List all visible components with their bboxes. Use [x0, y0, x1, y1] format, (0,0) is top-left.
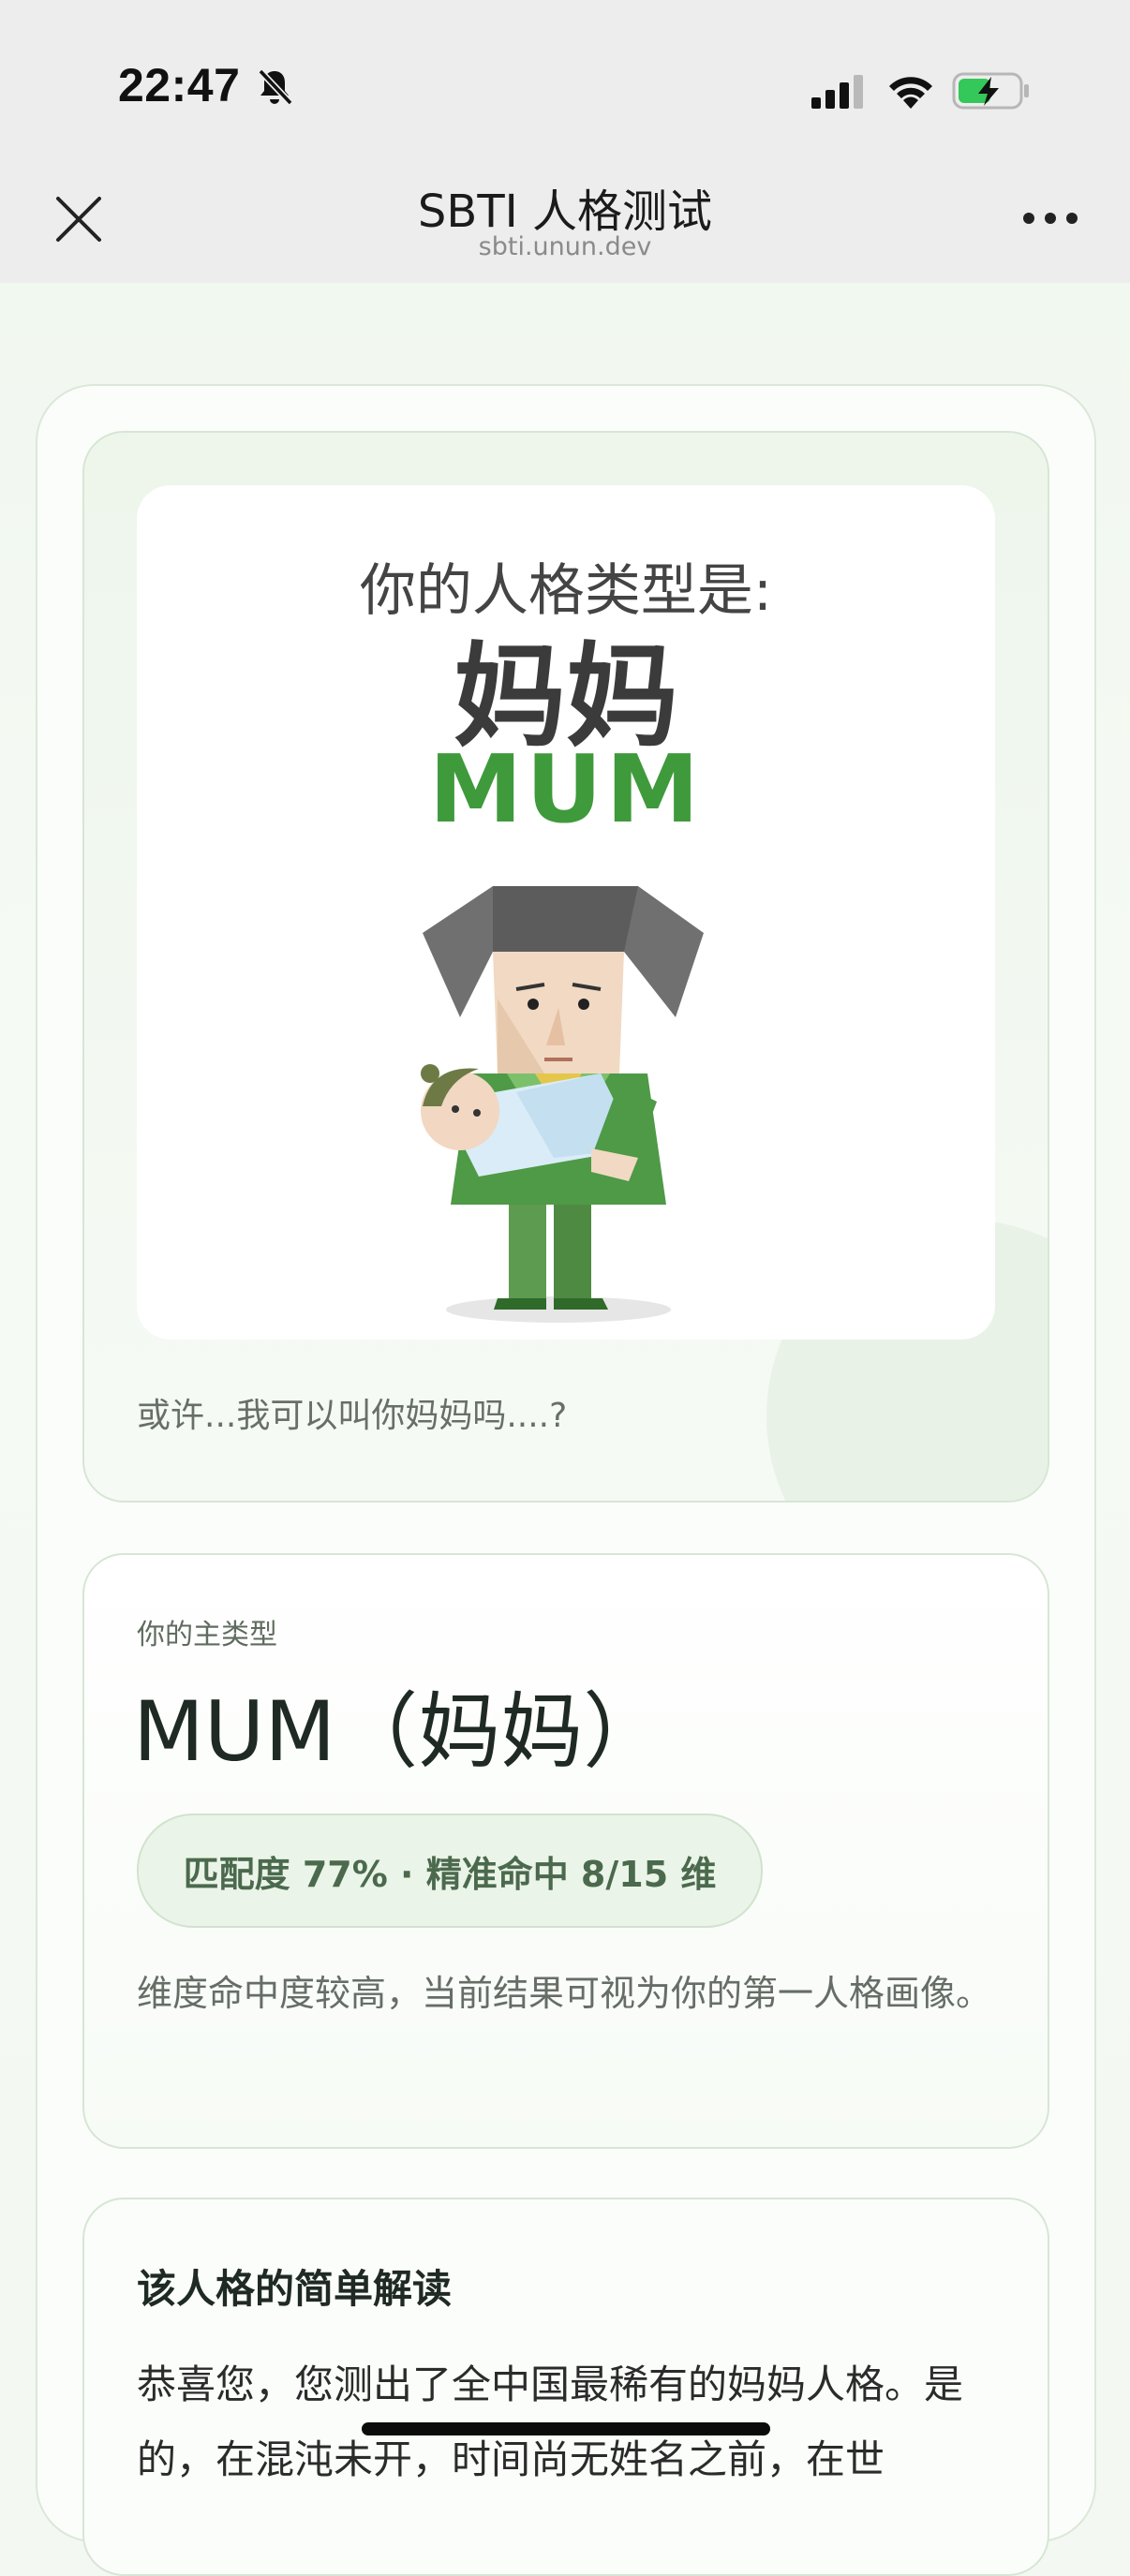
mum-character-illustration: [421, 886, 704, 1323]
top-bar: 22:47 SBTI 人格测试 sbti.unun.dev: [0, 0, 1130, 283]
battery-charging-icon: [952, 72, 1029, 110]
page-title: SBTI 人格测试: [417, 185, 713, 238]
main-type-description: 维度命中度较高，当前结果可视为你的第一人格画像。: [137, 1973, 992, 2014]
page-url: sbti.unun.dev: [478, 232, 652, 261]
match-badge: 匹配度 77% · 精准命中 8/15 维: [137, 1814, 763, 1928]
main-type-card: 你的主类型 MUM（妈妈） 匹配度 77% · 精准命中 8/15 维 维度命中…: [82, 1553, 1049, 2149]
home-indicator[interactable]: [362, 2422, 770, 2435]
interpretation-card: 该人格的简单解读 恭喜您，您测出了全中国最稀有的妈妈人格。是的，在混沌未开，时间…: [82, 2198, 1049, 2576]
main-type-value: MUM（妈妈）: [133, 1683, 666, 1780]
main-type-label: 你的主类型: [137, 1619, 277, 1651]
hero-note: 或许...我可以叫你妈妈吗....?: [137, 1397, 568, 1435]
more-options-icon[interactable]: [1021, 208, 1079, 229]
bell-muted-icon: [258, 68, 293, 106]
hero-card: 你的人格类型是: 妈妈 MUM 或许...我可以叫你妈妈吗....?: [82, 431, 1049, 1503]
wifi-icon: [889, 77, 932, 109]
status-time: 22:47: [118, 59, 241, 111]
result-image-type-code: MUM: [428, 734, 704, 844]
cellular-signal-icon: [811, 75, 863, 109]
result-image: 你的人格类型是: 妈妈 MUM: [137, 485, 995, 1340]
interpretation-title: 该人格的简单解读: [137, 2266, 453, 2312]
